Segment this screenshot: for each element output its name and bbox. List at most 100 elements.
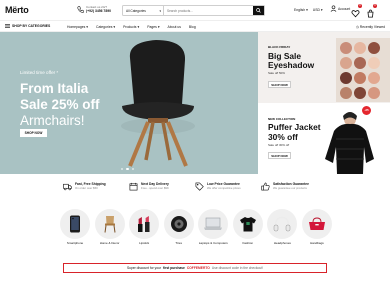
nav-links: Homepages ▾ Categories ▾ Products ▾ Pages ▾ … xyxy=(67,25,196,29)
feature-desc: We guarantee our products xyxy=(273,186,307,190)
slider-dot-active[interactable] xyxy=(126,168,129,171)
banner-tag: NEW COLLECTION xyxy=(268,117,296,121)
category-circle[interactable] xyxy=(129,209,160,239)
feature-desc: On order over $50 xyxy=(75,186,98,190)
hero-title-line3: Armchairs! xyxy=(20,113,85,128)
banner-title-line1: Puffer Jacket xyxy=(268,122,321,132)
banner-desc: Sale off 50% xyxy=(268,71,285,75)
search-icon xyxy=(256,8,261,13)
promo-code[interactable]: COFFEMERTO xyxy=(187,266,210,270)
nav-item-label: Products xyxy=(123,25,137,29)
tshirt-icon xyxy=(239,217,256,232)
wishlist-count: 0 xyxy=(358,4,362,8)
chair-icon xyxy=(104,216,116,233)
banner-shop-now-button[interactable]: SHOP NOW xyxy=(268,152,291,159)
thumbs-up-icon xyxy=(261,182,270,191)
nav-item-about-us[interactable]: About us xyxy=(168,25,181,29)
eyeshadow-banner[interactable]: BLACK FRIDAY Big Sale Eyeshadow Sale off… xyxy=(258,32,390,103)
nav-item-label: Blog xyxy=(188,25,196,29)
category-fashion[interactable]: Fashion xyxy=(232,209,263,251)
category-circle[interactable] xyxy=(301,209,332,239)
search-button[interactable] xyxy=(253,6,264,15)
nav-item-categories[interactable]: Categories ▾ xyxy=(96,25,115,29)
category-label: Laptops & Computers xyxy=(198,241,228,245)
wishlist-button[interactable]: 0 xyxy=(351,4,362,18)
category-label: Headphones xyxy=(273,241,291,245)
nav-item-label: Homepages xyxy=(67,25,86,29)
nav-item-products[interactable]: Products ▾ xyxy=(123,25,139,29)
chevron-down-icon: ▾ xyxy=(320,8,323,12)
hero-title-line1: From Italia xyxy=(20,81,89,96)
language-select[interactable]: English ▾ xyxy=(294,8,308,12)
hero-slider[interactable]: Limited time offer * From Italia Sale 25… xyxy=(0,32,258,174)
site-logo[interactable]: Mërto xyxy=(5,5,29,15)
search-category-select[interactable]: All Categories ▾ xyxy=(123,6,164,15)
truck-icon xyxy=(63,183,72,191)
feature-desc: We offer competitive prices xyxy=(207,186,241,190)
search-input[interactable] xyxy=(164,6,253,15)
category-home-decor[interactable]: Home & Decor xyxy=(94,209,125,251)
category-label: Smartphone xyxy=(66,241,84,245)
currency-value: USD xyxy=(312,8,320,12)
slider-dot[interactable] xyxy=(131,168,135,171)
chevron-down-icon: ▾ xyxy=(159,9,161,13)
banner-shop-now-button[interactable]: SHOP NOW xyxy=(268,81,291,88)
promo-bold: first purchase xyxy=(163,266,185,270)
nav-item-homepages[interactable]: Homepages ▾ xyxy=(67,25,88,29)
language-value: English xyxy=(294,8,306,12)
hero-shop-now-button[interactable]: SHOP NOW xyxy=(20,129,47,137)
cart-button[interactable]: 0 xyxy=(366,4,377,18)
promo-bar: Super discount for your first purchase C… xyxy=(63,263,327,273)
banner-title-line2: 30% off xyxy=(268,132,298,142)
category-headphones[interactable]: Headphones xyxy=(267,209,298,251)
category-circle[interactable] xyxy=(163,209,194,239)
banner-tag: BLACK FRIDAY xyxy=(268,45,291,49)
category-circle[interactable] xyxy=(94,209,125,239)
puffer-jacket-banner[interactable]: -25 NEW COLLECTION Puffer Jacket 30% off… xyxy=(258,103,390,174)
category-label: Fashion xyxy=(242,241,254,245)
category-handbags[interactable]: Handbags xyxy=(301,209,332,251)
puffer-jacket-image xyxy=(325,112,374,174)
currency-select[interactable]: USD ▾ xyxy=(313,8,323,12)
clock-icon: ◷ xyxy=(355,25,359,29)
category-circle[interactable] xyxy=(60,209,90,239)
chair-product-image xyxy=(121,40,195,167)
banner-desc: Sale off 30% off xyxy=(268,143,290,147)
nav-item-label: Pages xyxy=(147,25,157,29)
account-link[interactable]: Account xyxy=(330,5,350,12)
slider-dot[interactable] xyxy=(121,168,124,171)
hero-subtitle: Limited time offer * xyxy=(20,70,59,75)
eyeshadow-palette-image xyxy=(336,38,390,102)
category-circle[interactable] xyxy=(198,209,229,239)
category-circle[interactable] xyxy=(267,209,298,239)
shop-by-categories-button[interactable]: SHOP BY CATEGORIES xyxy=(5,24,50,28)
chevron-down-icon: ▾ xyxy=(306,8,308,12)
headphones-icon xyxy=(274,216,291,232)
shop-by-categories-label: SHOP BY CATEGORIES xyxy=(12,24,51,28)
contact-phone[interactable]: (+92) 3456 7890 xyxy=(86,9,111,13)
category-smartphone[interactable]: Smartphone xyxy=(60,209,90,251)
discount-badge: -25 xyxy=(362,106,371,115)
nav-item-pages[interactable]: Pages ▾ xyxy=(147,25,159,29)
menu-icon xyxy=(5,24,10,28)
category-label: Handbags xyxy=(310,241,324,245)
feature-item: Next Day Delivery Free - spend over $99 xyxy=(129,180,195,198)
nav-item-label: About us xyxy=(167,25,181,29)
hero-title-line2: Sale 25% off xyxy=(20,97,100,112)
category-laptops-computers[interactable]: Laptops & Computers xyxy=(198,209,229,251)
recently-viewed-label: Recently Viewed xyxy=(359,25,385,29)
category-label: Tires xyxy=(175,241,182,245)
tire-icon xyxy=(170,216,187,232)
search-category-value: All Categories xyxy=(126,9,146,13)
feature-item: Fast, Free Shipping On order over $50 xyxy=(63,180,129,198)
category-tires[interactable]: Tires xyxy=(163,209,194,251)
main-nav: SHOP BY CATEGORIES Homepages ▾ Categories… xyxy=(0,20,390,32)
slider-dots xyxy=(121,168,135,171)
category-circle[interactable] xyxy=(232,209,263,239)
feature-desc: Free - spend over $99 xyxy=(141,186,169,190)
phone-icon xyxy=(70,215,80,233)
promo-rest: Use discount code in the checkout! xyxy=(211,266,264,270)
nav-item-blog[interactable]: Blog xyxy=(189,25,196,29)
category-lipstick[interactable]: Lipstick xyxy=(129,209,160,251)
recently-viewed-link[interactable]: ◷ Recently Viewed xyxy=(356,25,385,29)
